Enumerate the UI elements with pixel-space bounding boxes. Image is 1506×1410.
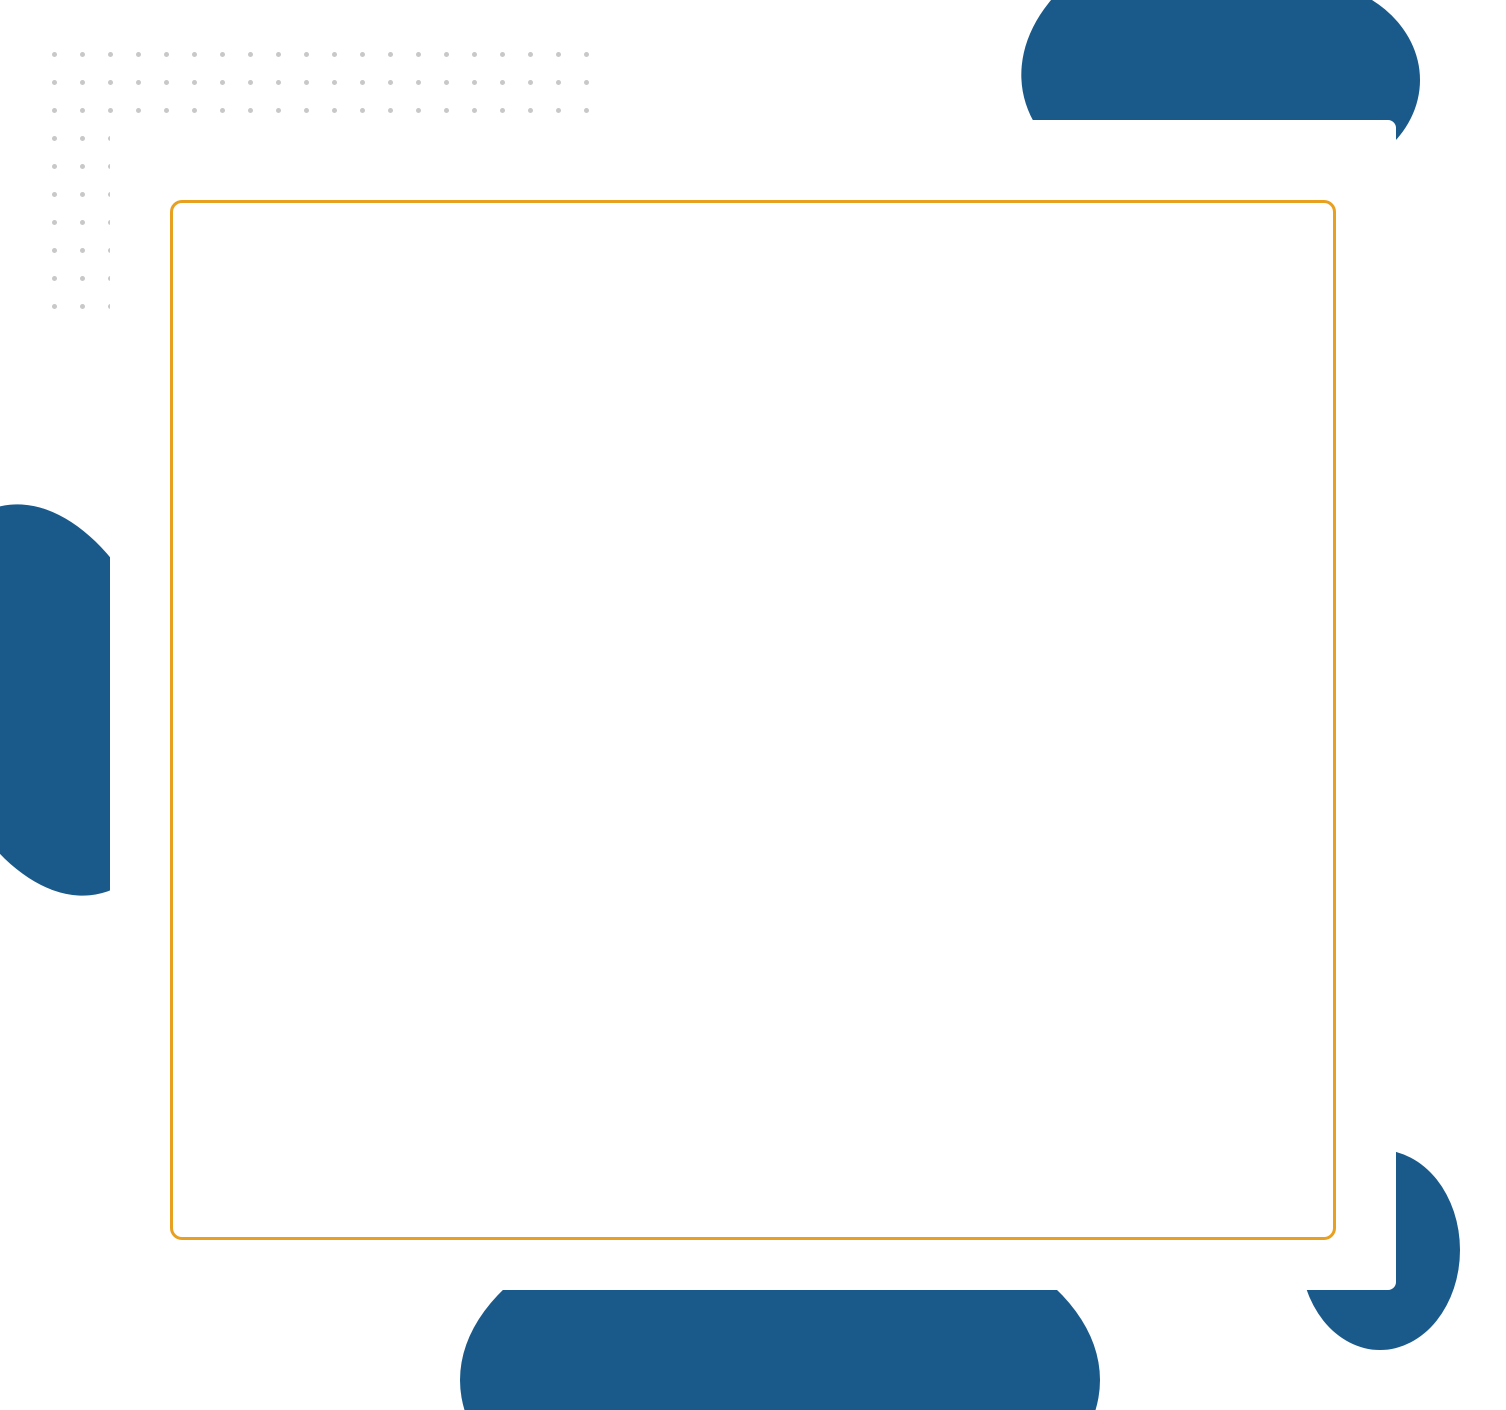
comparison-table-container — [170, 170, 1336, 1240]
white-card — [110, 120, 1396, 1290]
comparison-grid — [170, 200, 1336, 1240]
header-peloton — [410, 170, 873, 200]
header-empty-cell — [170, 170, 410, 200]
header-nordictrack — [873, 170, 1336, 200]
table-header — [170, 170, 1336, 200]
